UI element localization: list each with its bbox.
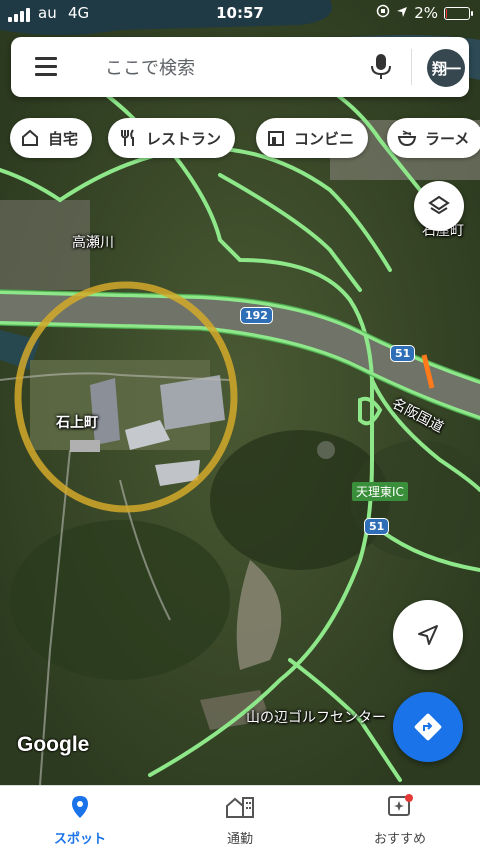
search-divider: [411, 49, 412, 85]
chip-ramen[interactable]: ラーメ: [387, 118, 480, 158]
commute-building-icon: [226, 797, 254, 818]
chip-convenience-store[interactable]: コンビニ: [256, 118, 369, 158]
layers-button[interactable]: [414, 181, 464, 231]
map-label-town: 石上町: [56, 415, 98, 431]
search-bar[interactable]: 翔一: [11, 37, 469, 97]
store-icon: [268, 131, 284, 146]
tab-label: 通勤: [226, 832, 253, 847]
chip-label: 自宅: [48, 129, 79, 148]
hamburger-menu-icon[interactable]: [35, 57, 57, 76]
my-location-button[interactable]: [393, 600, 463, 670]
map-label-interchange: 天理東IC: [352, 482, 408, 501]
map-label-river: 高瀬川: [72, 235, 114, 251]
search-input[interactable]: [103, 53, 357, 83]
microphone-icon[interactable]: [369, 53, 393, 81]
tab-commute[interactable]: 通勤: [180, 794, 300, 847]
home-icon: [22, 129, 38, 146]
chip-label: コンビニ: [294, 129, 355, 148]
tab-spots[interactable]: スポット: [20, 794, 140, 847]
account-avatar[interactable]: 翔一: [427, 49, 465, 87]
tab-label: おすすめ: [373, 832, 426, 847]
location-pin-icon: [72, 796, 88, 818]
battery-percent: 2%: [414, 4, 438, 22]
route-shield-51: 51: [364, 518, 390, 535]
chip-label: ラーメ: [425, 129, 470, 148]
layers-icon: [428, 195, 450, 215]
route-shield-192: 192: [240, 307, 273, 324]
orientation-lock-icon: [376, 4, 390, 22]
map-label-golf: 山の辺ゴルフセンター: [246, 710, 386, 726]
ramen-icon: [397, 130, 417, 147]
chip-restaurant[interactable]: レストラン: [108, 118, 236, 158]
sparkle-recommend-icon: [388, 794, 413, 816]
location-arrow-icon: [396, 4, 408, 22]
battery-icon: [444, 6, 473, 20]
directions-icon: [414, 713, 442, 741]
google-logo: Google: [17, 733, 90, 756]
navigation-arrow-icon: [418, 625, 438, 645]
tab-recommended[interactable]: おすすめ: [340, 794, 460, 847]
chip-label: レストラン: [146, 129, 222, 148]
restaurant-icon: [121, 129, 134, 146]
tab-label: スポット: [53, 832, 106, 847]
category-chips: 自宅 レストラン コンビニ ラーメ: [10, 118, 480, 158]
directions-button[interactable]: [393, 692, 463, 762]
bottom-navigation: スポット 通勤 おすすめ: [0, 785, 480, 854]
route-shield-51: 51: [390, 345, 416, 362]
chip-home[interactable]: 自宅: [10, 118, 93, 158]
status-bar: au 4G 10:57 2%: [0, 0, 480, 28]
